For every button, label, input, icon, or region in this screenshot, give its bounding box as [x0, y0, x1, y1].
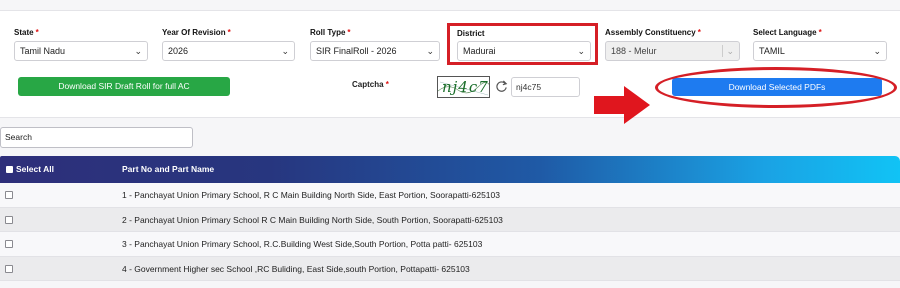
language-label: Select Language *: [753, 28, 822, 37]
district-highlight-box: [447, 23, 598, 65]
row-checkbox[interactable]: [5, 191, 13, 199]
download-full-ac-button[interactable]: Download SIR Draft Roll for full AC: [18, 77, 230, 96]
chevron-down-icon: ⌄: [281, 46, 289, 56]
assembly-label: Assembly Constituency *: [605, 28, 701, 37]
download-highlight-oval: [655, 67, 897, 108]
roll-type-select[interactable]: SIR FinalRoll - 2026 ⌄: [310, 41, 440, 61]
table-row: 1 - Panchayat Union Primary School, R C …: [0, 183, 900, 208]
select-all-checkbox[interactable]: [6, 166, 13, 173]
part-name: 4 - Government Higher sec School ,RC Bul…: [122, 263, 470, 274]
chevron-down-icon: ⌄: [873, 46, 881, 56]
row-checkbox[interactable]: [5, 215, 13, 224]
year-select[interactable]: 2026 ⌄: [162, 41, 295, 61]
state-label: State *: [14, 28, 39, 37]
assembly-select[interactable]: 188 - Melur ⌄: [605, 41, 740, 61]
year-label: Year Of Revision *: [162, 28, 231, 37]
part-name: 1 - Panchayat Union Primary School, R C …: [122, 190, 500, 200]
table-row: 3 - Panchayat Union Primary School, R.C.…: [0, 232, 900, 257]
part-name: 2 - Panchayat Union Primary School R C M…: [122, 214, 503, 225]
chevron-down-icon: ⌄: [426, 46, 434, 56]
part-column-header: Part No and Part Name: [122, 164, 215, 174]
red-arrow-annotation: [594, 86, 650, 124]
captcha-label: Captcha *: [352, 80, 389, 89]
state-select[interactable]: Tamil Nadu ⌄: [14, 41, 148, 61]
captcha-input[interactable]: nj4c75: [511, 77, 580, 97]
captcha-image-text: nj4c75: [442, 78, 489, 96]
captcha-image: nj4c75: [437, 76, 490, 98]
row-checkbox[interactable]: [5, 264, 13, 273]
table-header: Select All Part No and Part Name: [0, 156, 900, 183]
search-input[interactable]: Search: [0, 127, 193, 148]
part-name: 3 - Panchayat Union Primary School, R.C.…: [122, 239, 483, 249]
chevron-down-icon: ⌄: [726, 46, 734, 56]
refresh-icon[interactable]: [495, 80, 508, 93]
table-row: 2 - Panchayat Union Primary School R C M…: [0, 207, 900, 232]
chevron-down-icon: ⌄: [134, 46, 142, 56]
language-select[interactable]: TAMIL ⌄: [753, 41, 887, 61]
table-row: 4 - Government Higher sec School ,RC Bul…: [0, 256, 900, 281]
select-all-label: Select All: [16, 164, 54, 174]
row-checkbox[interactable]: [5, 240, 13, 248]
roll-type-label: Roll Type *: [310, 28, 351, 37]
